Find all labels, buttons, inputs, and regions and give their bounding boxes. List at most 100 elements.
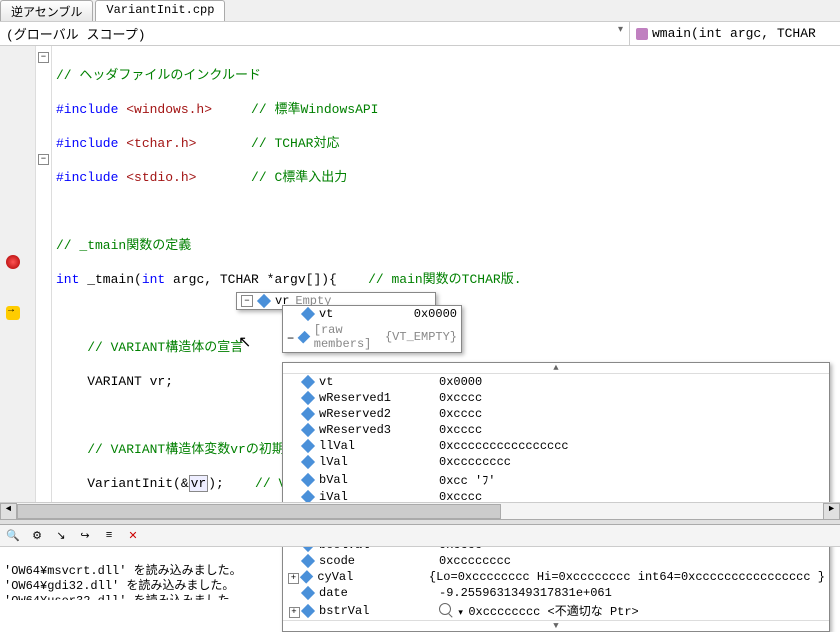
code-text: <stdio.h> — [118, 170, 196, 185]
scroll-thumb[interactable] — [17, 504, 501, 519]
member-value: ▾ 0xcccccccc <不適切な Ptr> — [439, 602, 825, 619]
datatip-row[interactable]: wReserved10xcccc — [283, 390, 829, 406]
datatip-name: vt — [319, 307, 414, 321]
step-over-icon[interactable]: ↪ — [76, 527, 94, 545]
function-icon — [636, 28, 648, 40]
output-line: 'OW64¥user32.dll' を読み込みました。 — [4, 594, 242, 600]
tab-disassembly[interactable]: 逆アセンブル — [0, 0, 93, 21]
filter-icon[interactable]: ⚙ — [28, 527, 46, 545]
member-value: 0xcccccccc — [439, 455, 825, 469]
code-text: VariantInit(& — [56, 476, 189, 491]
expand-toggle[interactable]: − — [241, 295, 253, 307]
expand-toggle[interactable]: − — [287, 332, 295, 343]
member-value: 0xcccc — [439, 407, 825, 421]
datatip-row[interactable]: llVal0xcccccccccccccccc — [283, 438, 829, 454]
code-text: // 標準WindowsAPI — [212, 102, 378, 117]
field-icon — [301, 423, 315, 437]
code-text: // C標準入出力 — [196, 170, 347, 185]
member-name: bstrVal — [319, 604, 439, 618]
member-name: wReserved3 — [319, 423, 439, 437]
output-line: 'OW64¥msvcrt.dll' を読み込みました。 — [4, 564, 242, 578]
field-icon — [301, 407, 315, 421]
datatip-level2[interactable]: vt 0x0000 − [raw members] {VT_EMPTY} — [282, 305, 462, 353]
code-text: argc, TCHAR *argv[]){ — [165, 272, 368, 287]
datatip-row[interactable]: wReserved30xcccc — [283, 422, 829, 438]
member-value: 0xcccc — [439, 423, 825, 437]
field-icon — [301, 391, 315, 405]
datatip-row[interactable]: wReserved20xcccc — [283, 406, 829, 422]
field-icon — [257, 294, 271, 308]
member-name: lVal — [319, 455, 439, 469]
scroll-down[interactable]: ▼ — [283, 620, 829, 631]
fold-toggle[interactable]: − — [38, 52, 49, 63]
hover-variable[interactable]: vr — [189, 475, 209, 492]
datatip-value: 0x0000 — [414, 307, 457, 321]
find-icon[interactable]: 🔍 — [4, 527, 22, 545]
fold-column: − − — [36, 46, 52, 526]
datatip-row[interactable]: vt0x0000 — [283, 374, 829, 390]
tab-file[interactable]: VariantInit.cpp — [95, 0, 225, 21]
member-name: llVal — [319, 439, 439, 453]
scope-dropdown[interactable]: (グローバル スコープ) — [0, 22, 630, 45]
field-icon — [301, 439, 315, 453]
code-text: // TCHAR対応 — [196, 136, 339, 151]
scroll-right[interactable]: ► — [823, 503, 840, 520]
datatip-row[interactable]: bVal0xcc 'ﾌ' — [283, 470, 829, 489]
dropdown-icon[interactable]: ▾ — [453, 608, 468, 618]
member-value: 0x0000 — [439, 375, 825, 389]
field-icon — [301, 455, 315, 469]
member-name: vt — [319, 375, 439, 389]
function-dropdown[interactable]: wmain(int argc, TCHAR — [630, 24, 840, 43]
scroll-track[interactable] — [17, 503, 823, 520]
code-text: <tchar.h> — [118, 136, 196, 151]
member-name: wReserved2 — [319, 407, 439, 421]
code-text: // main関数のTCHAR版. — [368, 272, 521, 287]
member-name: wReserved1 — [319, 391, 439, 405]
code-text: #include — [56, 136, 118, 151]
code-text: // ヘッダファイルのインクルード — [56, 68, 261, 83]
code-text: _tmain( — [79, 272, 141, 287]
code-text: // VARIANT構造体変数vrの初期化 — [56, 442, 298, 457]
field-icon — [298, 331, 310, 343]
scope-bar: (グローバル スコープ) wmain(int argc, TCHAR — [0, 22, 840, 46]
code-text: int — [56, 272, 79, 287]
member-value: 0xcccccccccccccccc — [439, 439, 825, 453]
member-value: 0xcccc — [439, 391, 825, 405]
gutter[interactable] — [0, 46, 36, 526]
code-text: VARIANT vr; — [56, 374, 173, 389]
member-value: 0xcc 'ﾌ' — [439, 471, 825, 488]
magnify-icon[interactable] — [439, 603, 451, 615]
output-text: 'OW64¥msvcrt.dll' を読み込みました。 'OW64¥gdi32.… — [0, 547, 840, 600]
member-name: bVal — [319, 473, 439, 487]
field-icon — [301, 472, 315, 486]
fold-toggle[interactable]: − — [38, 154, 49, 165]
code-text: int — [142, 272, 165, 287]
code-text: <windows.h> — [118, 102, 212, 117]
step-icon[interactable]: ↘ — [52, 527, 70, 545]
clear-icon[interactable]: ✕ — [124, 527, 142, 545]
list-icon[interactable]: ≡ — [100, 527, 118, 545]
code-text: #include — [56, 170, 118, 185]
code-text: // _tmain関数の定義 — [56, 238, 191, 253]
datatip-value: {VT_EMPTY} — [385, 330, 457, 344]
output-toolbar: 🔍 ⚙ ↘ ↪ ≡ ✕ — [0, 525, 840, 547]
output-line: 'OW64¥gdi32.dll' を読み込みました。 — [4, 579, 234, 593]
datatip-row[interactable]: lVal0xcccccccc — [283, 454, 829, 470]
current-line-marker[interactable] — [6, 306, 20, 320]
scroll-up[interactable]: ▲ — [283, 363, 829, 374]
datatip-name: [raw members] — [314, 323, 385, 351]
tab-bar: 逆アセンブル VariantInit.cpp — [0, 0, 840, 22]
code-text: #include — [56, 102, 118, 117]
field-icon — [301, 375, 315, 389]
field-icon — [301, 603, 315, 617]
code-text: ); — [208, 476, 255, 491]
datatip-row[interactable]: + bstrVal ▾ 0xcccccccc <不適切な Ptr> — [283, 601, 829, 620]
scroll-left[interactable]: ◄ — [0, 503, 17, 520]
horizontal-scrollbar[interactable]: ◄ ► — [0, 502, 840, 519]
expand-toggle[interactable]: + — [289, 607, 300, 618]
field-icon — [301, 307, 315, 321]
code-text: // VARIANT構造体の宣言 — [56, 340, 243, 355]
function-label: wmain(int argc, TCHAR — [652, 26, 816, 41]
breakpoint-marker[interactable] — [6, 255, 20, 269]
output-panel: 🔍 ⚙ ↘ ↪ ≡ ✕ 'OW64¥msvcrt.dll' を読み込みました。 … — [0, 525, 840, 600]
